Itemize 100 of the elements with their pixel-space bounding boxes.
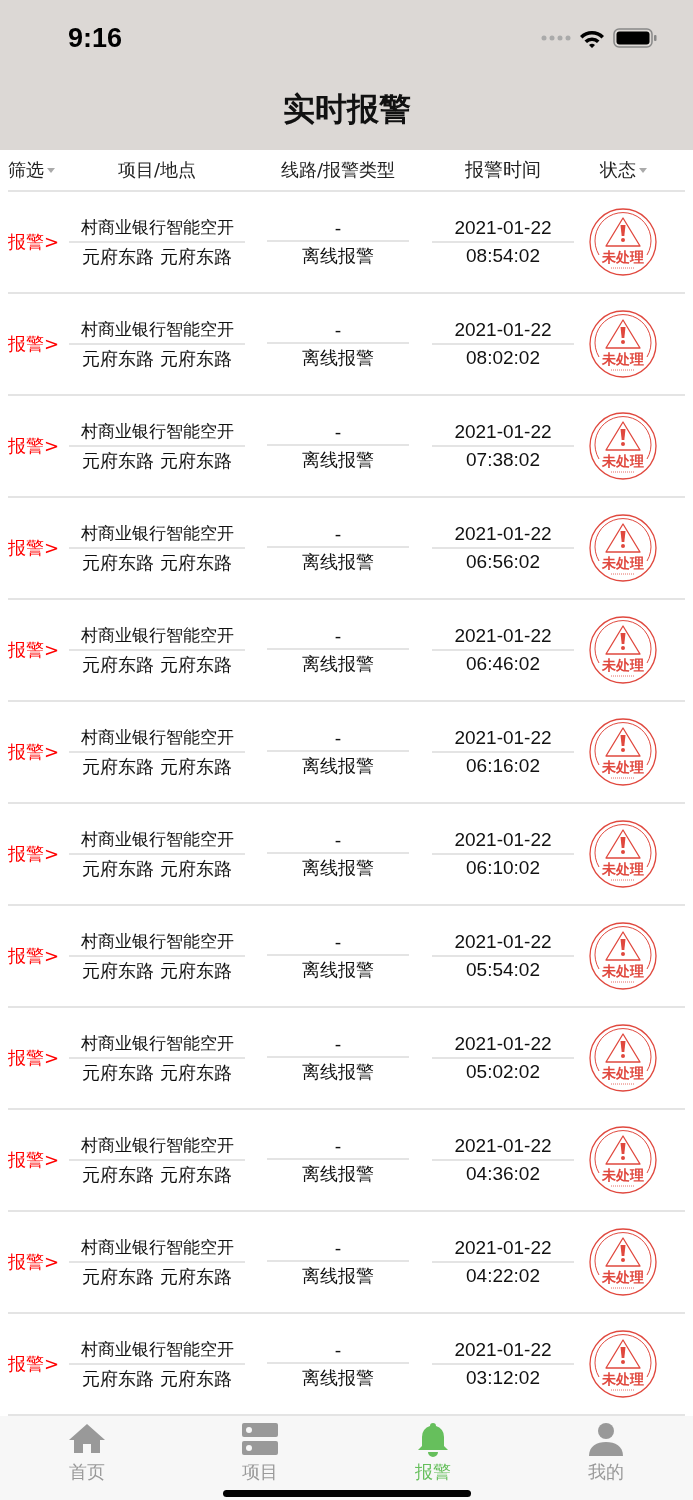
alarm-date: 2021-01-22 [432, 1033, 574, 1059]
wifi-icon [579, 28, 605, 48]
unprocessed-stamp: 未处理 [589, 412, 657, 480]
line-value: - [267, 1032, 409, 1058]
location-text: 元府东路 元府东路 [82, 1060, 232, 1085]
location-text: 元府东路 元府东路 [82, 1162, 232, 1187]
alarm-link[interactable]: 报警> [8, 332, 60, 356]
alarm-date: 2021-01-22 [432, 217, 574, 243]
alarm-date: 2021-01-22 [432, 931, 574, 957]
project-name: 村商业银行智能空开 [69, 215, 245, 243]
line-value: - [267, 726, 409, 752]
alarm-date: 2021-01-22 [432, 1237, 574, 1263]
tab-item[interactable]: 项目 [173, 1416, 347, 1500]
location-text: 元府东路 元府东路 [82, 346, 232, 371]
alarm-link[interactable]: 报警> [8, 434, 60, 458]
line-value: - [267, 1236, 409, 1262]
project-name: 村商业银行智能空开 [69, 1235, 245, 1263]
project-name: 村商业银行智能空开 [69, 725, 245, 753]
line-value: - [267, 216, 409, 242]
alarm-link[interactable]: 报警> [8, 1148, 60, 1172]
page-title: 实时报警 [281, 89, 412, 130]
status-time: 9:16 [68, 22, 123, 54]
column-dropdown[interactable]: 筛选 [8, 158, 55, 182]
alarm-date: 2021-01-22 [432, 727, 574, 753]
column-header: 报警时间 [465, 158, 541, 182]
alarm-link[interactable]: 报警> [8, 1352, 60, 1376]
alarm-time: 08:02:02 [466, 346, 540, 369]
location-text: 元府东路 元府东路 [82, 754, 232, 779]
alarm-link[interactable]: 报警> [8, 740, 60, 764]
alarm-date: 2021-01-22 [432, 523, 574, 549]
alarm-type: 离线报警 [302, 1161, 374, 1186]
battery-icon [613, 28, 657, 48]
alarm-link[interactable]: 报警> [8, 1046, 60, 1070]
tab-item[interactable]: 我的 [519, 1416, 693, 1500]
project-name: 村商业银行智能空开 [69, 1031, 245, 1059]
alarm-date: 2021-01-22 [432, 1135, 574, 1161]
alarm-type: 离线报警 [302, 957, 374, 982]
alarm-date: 2021-01-22 [432, 421, 574, 447]
alarm-time: 08:54:02 [466, 244, 540, 267]
alarm-link[interactable]: 报警> [8, 230, 60, 254]
column-header: 线路/报警类型 [280, 158, 396, 182]
alarm-time: 06:10:02 [466, 856, 540, 879]
unprocessed-stamp: 未处理 [589, 1126, 657, 1194]
alarm-type: 离线报警 [302, 651, 374, 676]
unprocessed-stamp: 未处理 [589, 1330, 657, 1398]
location-text: 元府东路 元府东路 [82, 550, 232, 575]
unprocessed-stamp: 未处理 [589, 310, 657, 378]
line-value: - [267, 318, 409, 344]
unprocessed-stamp: 未处理 [589, 1228, 657, 1296]
unprocessed-stamp: 未处理 [589, 616, 657, 684]
unprocessed-stamp: 未处理 [589, 922, 657, 990]
alarm-type: 离线报警 [302, 855, 374, 880]
project-name: 村商业银行智能空开 [69, 623, 245, 651]
alarm-time: 04:36:02 [466, 1162, 540, 1185]
project-name: 村商业银行智能空开 [69, 419, 245, 447]
project-name: 村商业银行智能空开 [69, 317, 245, 345]
unprocessed-stamp: 未处理 [589, 718, 657, 786]
alarm-time: 06:46:02 [466, 652, 540, 675]
line-value: - [267, 828, 409, 854]
location-text: 元府东路 元府东路 [82, 244, 232, 269]
alarm-link[interactable]: 报警> [8, 638, 60, 662]
unprocessed-stamp: 未处理 [589, 208, 657, 276]
alarm-link[interactable]: 报警> [8, 1250, 60, 1274]
unprocessed-stamp: 未处理 [589, 820, 657, 888]
location-text: 元府东路 元府东路 [82, 958, 232, 983]
alarm-date: 2021-01-22 [432, 1339, 574, 1365]
alarm-time: 05:54:02 [466, 958, 540, 981]
line-value: - [267, 1338, 409, 1364]
location-text: 元府东路 元府东路 [82, 1366, 232, 1391]
alarm-type: 离线报警 [302, 549, 374, 574]
alarm-time: 05:02:02 [466, 1060, 540, 1083]
line-value: - [267, 624, 409, 650]
line-value: - [267, 420, 409, 446]
column-dropdown[interactable]: 状态 [599, 158, 647, 182]
alarm-type: 离线报警 [302, 345, 374, 370]
project-name: 村商业银行智能空开 [69, 1133, 245, 1161]
alarm-date: 2021-01-22 [432, 829, 574, 855]
alarm-time: 07:38:02 [466, 448, 540, 471]
tab-item[interactable]: 首页 [0, 1416, 174, 1500]
alarm-date: 2021-01-22 [432, 319, 574, 345]
alarm-type: 离线报警 [302, 1365, 374, 1390]
location-text: 元府东路 元府东路 [82, 1264, 232, 1289]
tab-item[interactable]: 报警 [346, 1416, 520, 1500]
unprocessed-stamp: 未处理 [589, 1024, 657, 1092]
server-icon [239, 1420, 280, 1458]
alarm-type: 离线报警 [302, 1059, 374, 1084]
alarm-time: 03:12:02 [466, 1366, 540, 1389]
alarm-link[interactable]: 报警> [8, 842, 60, 866]
alarm-link[interactable]: 报警> [8, 944, 60, 968]
alarm-time: 06:16:02 [466, 754, 540, 777]
alarm-time: 06:56:02 [466, 550, 540, 573]
signal-icon [541, 35, 571, 41]
alarm-link[interactable]: 报警> [8, 536, 60, 560]
project-name: 村商业银行智能空开 [69, 1337, 245, 1365]
alarm-type: 离线报警 [302, 447, 374, 472]
project-name: 村商业银行智能空开 [69, 929, 245, 957]
column-header: 项目/地点 [117, 158, 197, 182]
project-name: 村商业银行智能空开 [69, 827, 245, 855]
location-text: 元府东路 元府东路 [82, 448, 232, 473]
line-value: - [267, 1134, 409, 1160]
